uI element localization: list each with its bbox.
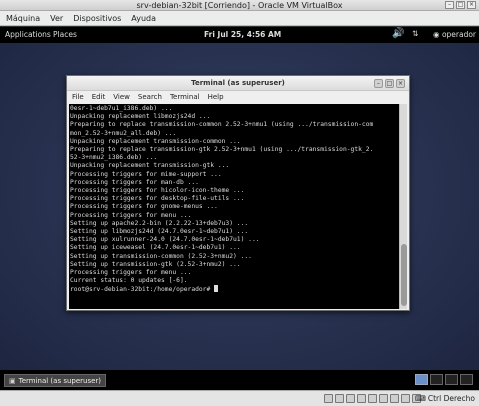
usb-icon[interactable]	[368, 394, 377, 403]
terminal-window-controls: – □ ×	[374, 79, 405, 88]
menu-view[interactable]: View	[113, 93, 130, 101]
terminal-line: Unpacking replacement libmozjs24d ...	[70, 113, 211, 121]
audio-icon[interactable]	[346, 394, 355, 403]
terminal-line: Unpacking replacement transmission-commo…	[70, 137, 241, 145]
terminal-window: Terminal (as superuser) – □ × File Edit …	[66, 75, 410, 311]
workspace-switcher	[415, 374, 473, 385]
terminal-line: Processing triggers for desktop-file-uti…	[70, 195, 245, 203]
terminal-line: Setting up transmission-gtk (2.52-3+nmu2…	[70, 260, 241, 268]
menu-ver[interactable]: Ver	[50, 14, 63, 23]
terminal-line: Preparing to replace transmission-gtk 2.…	[70, 146, 374, 154]
workspace-4[interactable]	[460, 374, 473, 385]
terminal-line: Setting up apache2.2-bin (2.2.22-13+deb7…	[70, 219, 249, 227]
keyboard-icon: ⌨	[415, 394, 426, 403]
terminal-output[interactable]: 0esr-1~deb7u1_i386.deb) ... Unpacking rep…	[69, 104, 399, 309]
terminal-line: Processing triggers for hicolor-icon-the…	[70, 187, 245, 195]
terminal-line: Processing triggers for man-db ...	[70, 178, 199, 186]
terminal-icon: ▣	[9, 376, 16, 385]
terminal-line: Unpacking replacement transmission-gtk .…	[70, 162, 230, 170]
terminal-maximize-button[interactable]: □	[385, 79, 394, 88]
close-button[interactable]: ×	[467, 1, 476, 9]
terminal-line: 0esr-1~deb7u1_i386.deb) ...	[70, 105, 173, 112]
menu-help[interactable]: Help	[208, 93, 224, 101]
host-key-label: Ctrl Derecho	[427, 394, 475, 403]
user-icon: ◉	[433, 30, 440, 39]
places-menu[interactable]: Places	[53, 30, 77, 39]
video-capture-icon[interactable]	[401, 394, 410, 403]
terminal-lines: 0esr-1~deb7u1_i386.deb) ... Unpacking rep…	[70, 105, 398, 295]
menu-edit[interactable]: Edit	[92, 93, 106, 101]
workspace-2[interactable]	[430, 374, 443, 385]
terminal-line: Current status: 0 updates [-6].	[70, 277, 188, 285]
terminal-line: Processing triggers for menu ...	[70, 269, 192, 277]
terminal-line: 52-3+nmu2_i386.deb) ...	[70, 154, 158, 162]
terminal-line: mon_2.52-3+nmu2_all.deb) ...	[70, 129, 177, 137]
gnome-bottom-panel: ▣ Terminal (as superuser)	[0, 370, 479, 390]
harddisk-icon[interactable]	[324, 394, 333, 403]
network-adapter-icon[interactable]	[357, 394, 366, 403]
terminal-scrollbar[interactable]	[399, 104, 407, 309]
vbox-menubar: Máquina Ver Dispositivos Ayuda	[0, 11, 479, 26]
window-title: srv-debian-32bit [Corriendo] - Oracle VM…	[136, 1, 343, 10]
user-name: operador	[441, 30, 477, 39]
terminal-line: Preparing to replace transmission-common…	[70, 121, 374, 129]
menu-ayuda[interactable]: Ayuda	[131, 14, 156, 23]
menu-maquina[interactable]: Máquina	[6, 14, 40, 23]
display-icon[interactable]	[390, 394, 399, 403]
workspace-3[interactable]	[445, 374, 458, 385]
terminal-close-button[interactable]: ×	[396, 79, 405, 88]
scrollbar-thumb[interactable]	[401, 244, 407, 306]
minimize-button[interactable]: –	[445, 1, 454, 9]
device-status-icons	[324, 394, 421, 403]
terminal-titlebar[interactable]: Terminal (as superuser) – □ ×	[67, 76, 409, 91]
terminal-line: Setting up libmozjs24d (24.7.0esr-1~deb7…	[70, 228, 249, 236]
terminal-line: Processing triggers for menu ...	[70, 211, 192, 219]
taskbar-item-label: Terminal (as superuser)	[18, 376, 102, 385]
terminal-line: root@srv-debian-32bit:/home/operador#	[70, 285, 398, 294]
network-icon[interactable]: ⇅	[412, 29, 418, 38]
applications-menu[interactable]: Applications	[5, 30, 51, 39]
shared-folders-icon[interactable]	[379, 394, 388, 403]
workspace-1[interactable]	[415, 374, 428, 385]
terminal-title: Terminal (as superuser)	[191, 79, 285, 87]
host-key: ⌨ Ctrl Derecho	[415, 394, 475, 403]
terminal-line: Setting up xulrunner-24.0 (24.7.0esr-1~d…	[70, 236, 260, 244]
optical-drive-icon[interactable]	[335, 394, 344, 403]
terminal-line: Processing triggers for mime-support ...	[70, 170, 222, 178]
terminal-line: Setting up iceweasel (24.7.0esr-1~deb7u1…	[70, 244, 241, 252]
text-cursor	[214, 285, 219, 293]
vbox-titlebar: srv-debian-32bit [Corriendo] - Oracle VM…	[0, 0, 479, 11]
user-menu[interactable]: ◉ operador	[433, 30, 476, 39]
volume-icon[interactable]: 🔊	[392, 28, 404, 39]
terminal-line: Setting up transmission-common (2.52-3+n…	[70, 252, 252, 260]
menu-file[interactable]: File	[72, 93, 84, 101]
clock[interactable]: Fri Jul 25, 4:56 AM	[204, 30, 281, 39]
taskbar-item-terminal[interactable]: ▣ Terminal (as superuser)	[4, 374, 107, 387]
maximize-button[interactable]: □	[456, 1, 465, 9]
terminal-line: Processing triggers for gnome-menus ...	[70, 203, 218, 211]
terminal-menubar: File Edit View Search Terminal Help	[67, 91, 409, 103]
menu-terminal[interactable]: Terminal	[170, 93, 200, 101]
vbox-statusbar: ⌨ Ctrl Derecho	[0, 390, 479, 406]
menu-search[interactable]: Search	[138, 93, 162, 101]
gnome-top-panel: Applications Places Fri Jul 25, 4:56 AM …	[0, 27, 479, 43]
terminal-minimize-button[interactable]: –	[374, 79, 383, 88]
menu-dispositivos[interactable]: Dispositivos	[73, 14, 121, 23]
window-controls: – □ ×	[445, 1, 476, 9]
